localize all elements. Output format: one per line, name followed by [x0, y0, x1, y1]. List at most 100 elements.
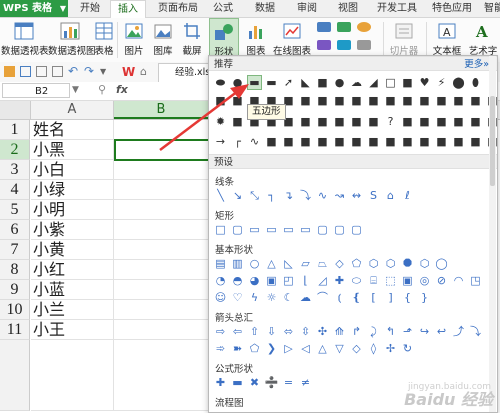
left-up-arrow-shape-icon[interactable]: ↰: [383, 324, 398, 339]
cell-b8[interactable]: [114, 260, 209, 280]
cell-b5[interactable]: [114, 200, 209, 220]
cell-empty[interactable]: [31, 340, 114, 411]
divide-shape-icon[interactable]: ➗: [264, 375, 279, 390]
pentagon-arrow-shape-icon[interactable]: ⬠: [247, 341, 262, 356]
rect-shape-icon[interactable]: ■: [400, 114, 415, 129]
pivot-chart-button[interactable]: 数据透视图: [48, 18, 96, 62]
scatter-chart-icon[interactable]: [357, 40, 371, 50]
round-diagonal-rect-shape-icon[interactable]: ▢: [349, 222, 364, 237]
rect-shape-icon[interactable]: ■: [315, 134, 330, 149]
down-arrow-shape-icon[interactable]: ⇩: [264, 324, 279, 339]
rect-shape-icon[interactable]: ■: [315, 93, 330, 108]
rect-shape-icon[interactable]: ■: [434, 134, 449, 149]
rect-shape-icon[interactable]: ■: [434, 114, 449, 129]
round-callout-shape-icon[interactable]: ●: [332, 75, 347, 90]
column-header-a[interactable]: A: [31, 101, 114, 119]
cell-b4[interactable]: [114, 180, 209, 200]
row-header[interactable]: 5: [0, 200, 30, 220]
tab-data[interactable]: 数据: [250, 0, 280, 17]
bent-arrow-shape-icon[interactable]: ↱: [349, 324, 364, 339]
curved-connector-shape-icon[interactable]: ∿: [315, 188, 330, 203]
rect-callout-shape-icon[interactable]: ■: [315, 75, 330, 90]
notched-right-arrow-shape-icon[interactable]: ➽: [230, 341, 245, 356]
snip-round-rect-shape-icon[interactable]: ▭: [298, 222, 313, 237]
tab-features[interactable]: 特色应用: [428, 0, 476, 17]
rect-shape-icon[interactable]: ■: [349, 114, 364, 129]
chord-shape-icon[interactable]: ◓: [230, 273, 245, 288]
cell-empty[interactable]: [114, 340, 209, 411]
chevron-arrow-shape-icon[interactable]: ❯: [264, 341, 279, 356]
line-shape-icon[interactable]: ╲: [213, 188, 228, 203]
tab-view[interactable]: 视图: [333, 0, 363, 17]
u-turn-arrow-shape-icon[interactable]: ⤸: [366, 324, 381, 339]
right-brace-shape-icon[interactable]: }: [417, 290, 432, 305]
cell-a11[interactable]: 小王: [31, 320, 114, 340]
left-brace-shape-icon[interactable]: {: [400, 290, 415, 305]
moon-shape-icon[interactable]: ☾: [281, 290, 296, 305]
app-menu-button[interactable]: WPS 表格 ▼: [0, 0, 68, 17]
curved-arrow-shape-icon[interactable]: ↝: [332, 188, 347, 203]
cell-b7[interactable]: [114, 240, 209, 260]
print-preview-icon[interactable]: [52, 66, 63, 77]
cell-a5[interactable]: 小明: [31, 200, 114, 220]
question-shape-icon[interactable]: ?: [383, 114, 398, 129]
area-chart-icon[interactable]: [337, 40, 351, 50]
tab-formula[interactable]: 公式: [208, 0, 238, 17]
up-callout-arrow-shape-icon[interactable]: △: [315, 341, 330, 356]
oval-shape-icon[interactable]: ○: [247, 256, 262, 271]
rect-shape-icon[interactable]: ■: [366, 93, 381, 108]
rect-shape-icon[interactable]: ■: [332, 134, 347, 149]
quad-callout-arrow-shape-icon[interactable]: ✢: [383, 341, 398, 356]
curved-double-arrow-shape-icon[interactable]: ↭: [349, 188, 364, 203]
folded-corner-shape-icon[interactable]: ◳: [468, 273, 483, 288]
rect-shape-icon[interactable]: ■: [451, 114, 466, 129]
rect-shape-icon[interactable]: ■: [366, 114, 381, 129]
up-arrow-shape-icon[interactable]: ⇧: [247, 324, 262, 339]
cloud-shape-icon[interactable]: ☁: [349, 75, 364, 90]
screenshot-button[interactable]: 截屏: [178, 18, 206, 62]
block-arc-shape-icon[interactable]: ◠: [451, 273, 466, 288]
rect-shape-icon[interactable]: ■: [451, 134, 466, 149]
save-icon[interactable]: [20, 66, 31, 77]
parallelogram-shape-icon[interactable]: ▱: [298, 256, 313, 271]
right-callout-arrow-shape-icon[interactable]: ▷: [281, 341, 296, 356]
up-down-arrow-shape-icon[interactable]: ⇳: [298, 324, 313, 339]
hexagon-shape-icon[interactable]: ⬡: [366, 256, 381, 271]
rect-shape-icon[interactable]: ■: [468, 93, 483, 108]
rect-shape-icon[interactable]: ■: [332, 93, 347, 108]
rect-shape-icon[interactable]: ■: [383, 134, 398, 149]
tab-page-layout[interactable]: 页面布局: [152, 0, 204, 17]
rect-shape-icon[interactable]: ■: [417, 114, 432, 129]
rect-shape-icon[interactable]: ■: [451, 93, 466, 108]
striped-right-arrow-shape-icon[interactable]: ➾: [213, 341, 228, 356]
circular-arrow-shape-icon[interactable]: ↻: [400, 341, 415, 356]
cell-a10[interactable]: 小兰: [31, 300, 114, 320]
left-bracket-shape-icon[interactable]: [: [366, 290, 381, 305]
right-triangle-shape-icon[interactable]: ◺: [281, 256, 296, 271]
insert-function-button[interactable]: fx: [116, 83, 128, 96]
rect-shape-icon[interactable]: ■: [349, 134, 364, 149]
rect-shape-icon[interactable]: ■: [298, 114, 313, 129]
function-search-icon[interactable]: ⚲: [98, 83, 106, 96]
cell-a6[interactable]: 小紫: [31, 220, 114, 240]
undo-icon[interactable]: ↶: [68, 65, 79, 77]
rect-shape-icon[interactable]: ■: [298, 93, 313, 108]
frame-shape-icon[interactable]: □: [383, 75, 398, 90]
triangle-shape-icon[interactable]: △: [264, 256, 279, 271]
rect-shape-icon[interactable]: ■: [332, 114, 347, 129]
snip-diagonal-rect-shape-icon[interactable]: ▭: [281, 222, 296, 237]
row-header[interactable]: 7: [0, 240, 30, 260]
cube-shape-icon[interactable]: ⬚: [383, 273, 398, 288]
rect-shape-icon[interactable]: ■: [366, 134, 381, 149]
minus-shape-icon[interactable]: ▬: [230, 375, 245, 390]
text-box-shape-icon[interactable]: ▤: [213, 256, 228, 271]
l-shape-icon[interactable]: ⌊: [298, 273, 313, 288]
dodecagon-shape-icon[interactable]: ◯: [434, 256, 449, 271]
print-icon[interactable]: [36, 66, 47, 77]
row-header[interactable]: 4: [0, 180, 30, 200]
left-right-arrow-shape-icon[interactable]: ⬄: [281, 324, 296, 339]
arrow-line-shape-icon[interactable]: ↘: [230, 188, 245, 203]
cross-shape-icon[interactable]: ✚: [332, 273, 347, 288]
round-one-corner-rect-shape-icon[interactable]: ▢: [315, 222, 330, 237]
curved-down-arrow-shape-icon[interactable]: ⤵: [468, 324, 483, 339]
